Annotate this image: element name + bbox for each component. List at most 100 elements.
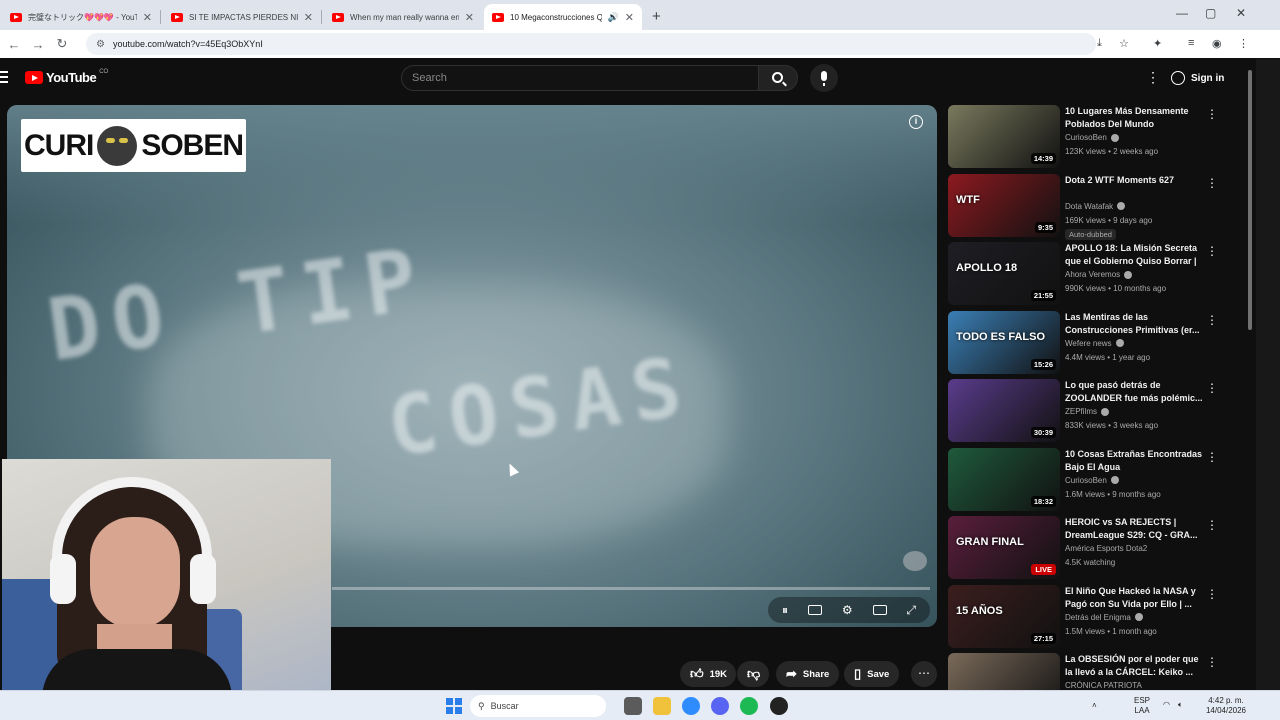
tray-chevron-icon[interactable]: ˄ <box>1092 701 1097 711</box>
new-tab-button[interactable]: + <box>652 8 661 25</box>
language-indicator[interactable]: ESP LAA <box>1134 696 1150 716</box>
channel-name[interactable]: CuriosoBen <box>1065 133 1119 142</box>
recommendation-card[interactable]: 14:39 10 Lugares Más Densamente Poblados … <box>948 105 1238 169</box>
youtube-logo[interactable]: YouTube CO <box>25 69 108 85</box>
profile-icon[interactable]: ◉ <box>1212 37 1222 50</box>
minimize-button[interactable]: — <box>1176 6 1188 20</box>
pause-icon[interactable]: ⏸ <box>782 603 788 618</box>
channel-watermark-icon[interactable] <box>903 551 927 571</box>
settings-menu-icon[interactable]: ⋮ <box>1146 69 1160 86</box>
video-menu-icon[interactable]: ⋮ <box>1206 313 1218 327</box>
subtitles-icon[interactable] <box>807 605 822 615</box>
browser-tab[interactable]: When my man really wanna enj ✕ <box>324 4 482 30</box>
channel-name[interactable]: CuriosoBen <box>1065 476 1119 485</box>
channel-name[interactable]: Dota Watafak <box>1065 202 1126 211</box>
channel-name[interactable]: Ahora Veremos <box>1065 270 1133 279</box>
bookmark-star-icon[interactable]: ☆ <box>1119 37 1129 50</box>
recommendation-card[interactable]: TODO ES FALSO 15:26 Las Mentiras de las Co… <box>948 310 1238 375</box>
video-thumbnail[interactable]: TODO ES FALSO 15:26 <box>948 310 1060 374</box>
forward-icon[interactable]: → <box>26 37 50 52</box>
recommendation-card[interactable]: WTF 9:35 Dota 2 WTF Moments 627 Dota Watafa… <box>948 173 1238 240</box>
search-input[interactable]: Search <box>401 65 758 91</box>
recommendation-card[interactable]: 15 AÑOS 27:15 El Niño Que Hackeó la NASA y… <box>948 584 1238 649</box>
video-menu-icon[interactable]: ⋮ <box>1206 244 1218 258</box>
windows-start-icon[interactable] <box>446 698 462 714</box>
spotify-icon[interactable] <box>740 697 758 715</box>
channel-name[interactable]: Wefere news <box>1065 339 1124 348</box>
site-info-icon[interactable]: ⚙ <box>96 39 105 50</box>
browser-tab[interactable]: 完璧なトリック💖💖💖 - YouTube ✕ <box>2 4 160 30</box>
browser-menu-icon[interactable]: ⋮ <box>1238 37 1249 50</box>
recommendation-card[interactable]: APOLLO 18 21:55 APOLLO 18: La Misión Secre… <box>948 242 1238 306</box>
info-icon[interactable]: i <box>909 115 923 129</box>
recommendation-card[interactable]: GRAN FINAL LIVE HEROIC vs SA REJECTS | Dre… <box>948 516 1238 580</box>
video-title[interactable]: HEROIC vs SA REJECTS | DreamLeague S29: … <box>1065 516 1205 542</box>
video-menu-icon[interactable]: ⋮ <box>1206 176 1218 190</box>
extensions-icon[interactable]: ✦ <box>1153 37 1162 50</box>
task-view-icon[interactable] <box>624 697 642 715</box>
channel-name[interactable]: Detrás del Enigma <box>1065 613 1143 622</box>
video-title[interactable]: APOLLO 18: La Misión Secreta que el Gobi… <box>1065 242 1205 268</box>
browser-tab-active[interactable]: 10 Megaconstrucciones Qu 🔊 ✕ <box>484 4 642 30</box>
video-menu-icon[interactable]: ⋮ <box>1206 518 1218 532</box>
video-title[interactable]: El Niño Que Hackeó la NASA y Pagó con Su… <box>1065 585 1205 611</box>
install-app-icon[interactable]: ⤓ <box>1097 37 1102 50</box>
back-icon[interactable]: ← <box>2 37 26 52</box>
chrome-icon[interactable] <box>682 697 700 715</box>
tab-close-icon[interactable]: ✕ <box>304 11 313 24</box>
speaker-icon[interactable]: 🔊 <box>608 12 619 23</box>
video-menu-icon[interactable]: ⋮ <box>1206 587 1218 601</box>
video-thumbnail[interactable]: 15 AÑOS 27:15 <box>948 584 1060 648</box>
tab-close-icon[interactable]: ✕ <box>625 11 634 24</box>
maximize-button[interactable]: ▢ <box>1205 6 1216 20</box>
video-title[interactable]: La OBSESIÓN por el poder que la llevó a … <box>1065 653 1205 679</box>
close-window-button[interactable]: ✕ <box>1236 6 1246 20</box>
channel-name[interactable]: América Esports Dota2 <box>1065 544 1147 553</box>
video-title[interactable]: 10 Lugares Más Densamente Poblados Del M… <box>1065 105 1205 131</box>
reload-icon[interactable]: ↻ <box>50 36 74 52</box>
video-menu-icon[interactable]: ⋮ <box>1206 450 1218 464</box>
tab-close-icon[interactable]: ✕ <box>465 11 474 24</box>
theater-mode-icon[interactable] <box>872 605 887 615</box>
channel-name[interactable]: CRÓNICA PATRIOTA <box>1065 681 1142 690</box>
more-actions-button[interactable]: ⋯ <box>911 661 937 687</box>
video-thumbnail[interactable]: 30:39 <box>948 379 1060 442</box>
sign-in-button[interactable]: Sign in <box>1171 67 1224 89</box>
browser-tab[interactable]: SI TE IMPACTAS PIERDES NIVEL ✕ <box>163 4 321 30</box>
share-button[interactable]: ➦ Share <box>776 661 840 687</box>
voice-search-button[interactable] <box>810 64 838 92</box>
video-thumbnail[interactable]: 18:32 <box>948 447 1060 511</box>
dislike-button[interactable]: 👎︎ <box>737 661 769 687</box>
progress-bar[interactable] <box>332 587 930 590</box>
video-thumbnail[interactable]: 14:39 <box>948 105 1060 168</box>
video-menu-icon[interactable]: ⋮ <box>1206 107 1218 121</box>
video-title[interactable]: Dota 2 WTF Moments 627 <box>1065 174 1205 187</box>
channel-name[interactable]: ZEPfilms <box>1065 407 1109 416</box>
video-thumbnail[interactable]: GRAN FINAL LIVE <box>948 516 1060 579</box>
scrollbar-thumb[interactable] <box>1248 70 1252 330</box>
video-title[interactable]: Lo que pasó detrás de ZOOLANDER fue más … <box>1065 379 1205 405</box>
video-thumbnail[interactable]: APOLLO 18 21:55 <box>948 242 1060 305</box>
menu-icon[interactable] <box>0 71 8 86</box>
fullscreen-icon[interactable]: ⤢ <box>906 603 916 618</box>
media-control-icon[interactable]: ≡ <box>1188 37 1194 49</box>
recommendation-card[interactable]: 30:39 Lo que pasó detrás de ZOOLANDER fue… <box>948 379 1238 443</box>
page-scrollbar[interactable] <box>1256 59 1280 690</box>
file-explorer-icon[interactable] <box>653 697 671 715</box>
discord-icon[interactable] <box>711 697 729 715</box>
url-bar[interactable]: ⚙ youtube.com/watch?v=45Eq3ObXYnI <box>86 33 1096 55</box>
search-button[interactable] <box>758 65 798 91</box>
save-button[interactable]: ▯ Save <box>844 661 900 687</box>
video-title[interactable]: 10 Cosas Extrañas Encontradas Bajo El Ag… <box>1065 448 1205 474</box>
obs-icon[interactable] <box>770 697 788 715</box>
settings-gear-icon[interactable]: ⚙ <box>842 603 853 617</box>
clock[interactable]: 4:42 p. m. 14/04/2026 <box>1198 696 1254 716</box>
video-thumbnail[interactable]: WTF 9:35 <box>948 173 1060 237</box>
tab-close-icon[interactable]: ✕ <box>143 11 152 24</box>
video-menu-icon[interactable]: ⋮ <box>1206 655 1218 669</box>
taskbar-search[interactable]: ⚲ Buscar <box>470 695 606 717</box>
volume-icon[interactable]: 🔈︎ <box>1178 700 1183 710</box>
like-button[interactable]: 👍︎ 19K <box>680 661 736 687</box>
video-title[interactable]: Las Mentiras de las Construcciones Primi… <box>1065 311 1205 337</box>
video-menu-icon[interactable]: ⋮ <box>1206 381 1218 395</box>
